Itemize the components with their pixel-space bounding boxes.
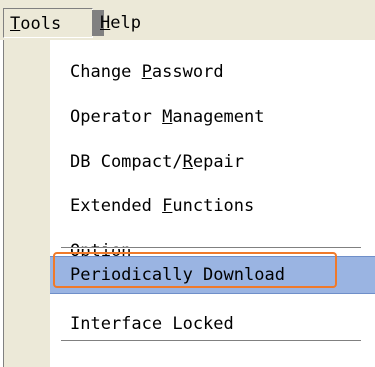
menu-item-extended-functions[interactable]: Extended Functions [50,186,375,226]
menu-bottom-rule [61,340,361,341]
menu-item-interface-locked[interactable]: Interface Locked [50,304,375,344]
menu-item-periodically-download[interactable]: Periodically Download [50,256,375,294]
menu-item-operator-management[interactable]: Operator Management [50,97,375,137]
menu-item-label-pre: Change [70,62,142,82]
menu-item-label-post: anagement [172,107,265,127]
menu-item-mnemonic: F [162,196,173,216]
menu-item-mnemonic: M [162,107,173,127]
menu-item-label-post: assword [151,62,224,82]
menu-item-mnemonic: R [182,152,193,172]
menu-item-mnemonic: P [141,62,152,82]
menu-separator-highlight [61,248,361,249]
menu-help[interactable]: Help [94,8,174,38]
menu-item-label-pre: DB Compact/ [70,152,183,172]
menu-item-db-compact-repair[interactable]: DB Compact/Repair [50,142,375,182]
menu-tools-label-post: ools [20,14,62,34]
menu-bar: Tools Help [0,0,375,40]
menu-item-label-post: unctions [172,196,255,216]
tools-dropdown-menu: Change Password Operator Management DB C… [3,40,375,367]
menu-help-mnemonic: H [100,13,111,33]
menu-item-label-post: epair [192,152,245,172]
menu-item-label-pre: Operator [70,107,163,127]
menu-help-label-post: elp [110,13,141,33]
menu-item-label-pre: Extended [70,196,163,216]
menu-item-label: Periodically Download [70,265,285,285]
menu-tools[interactable]: Tools [3,8,93,38]
menu-item-change-password[interactable]: Change Password [50,52,375,92]
menu-item-label: Interface Locked [70,314,234,334]
menu-tools-mnemonic: T [10,14,21,34]
menu-icon-gutter [4,40,50,367]
